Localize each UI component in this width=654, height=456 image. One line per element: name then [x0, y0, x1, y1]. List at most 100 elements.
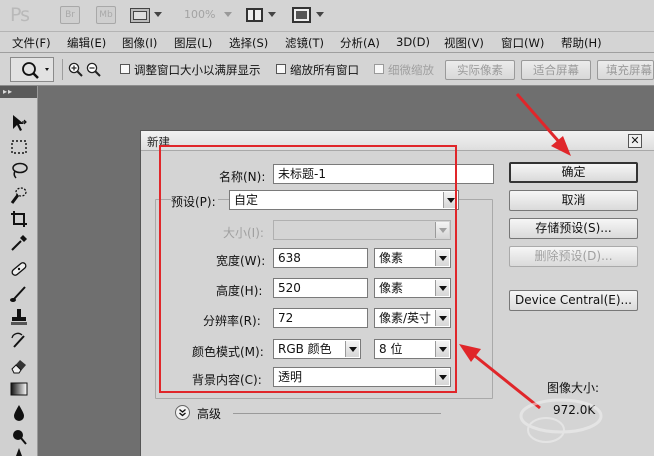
advanced-label: 高级	[197, 407, 222, 421]
fit-screen-button[interactable]: 适合屏幕	[521, 60, 591, 80]
quick-selection-tool-icon[interactable]	[8, 184, 30, 206]
name-label: 名称(N):	[219, 170, 266, 184]
lasso-tool-icon[interactable]	[8, 160, 30, 182]
chevron-down-icon[interactable]	[316, 12, 324, 17]
chevron-down-icon[interactable]	[268, 12, 276, 17]
chevron-down-icon[interactable]	[345, 341, 359, 357]
menu-select[interactable]: 选择(S)	[229, 35, 268, 51]
eraser-tool-icon[interactable]	[8, 354, 30, 376]
extras-icon[interactable]	[130, 8, 150, 23]
chevron-down-icon[interactable]	[435, 369, 449, 385]
tool-preset-picker[interactable]	[10, 57, 54, 82]
chevron-down-icon[interactable]	[435, 341, 449, 357]
chevron-down-icon[interactable]	[224, 12, 232, 17]
zoom-all-windows-label: 缩放所有窗口	[290, 63, 359, 77]
application-bar: Ps Br Mb 100%	[0, 0, 654, 32]
photoshop-logo: Ps	[10, 4, 30, 26]
dialog-title: 新建	[147, 135, 170, 149]
blur-tool-icon[interactable]	[8, 402, 30, 424]
menu-file[interactable]: 文件(F)	[12, 35, 51, 51]
menu-bar: 文件(F) 编辑(E) 图像(I) 图层(L) 选择(S) 滤镜(T) 分析(A…	[0, 32, 654, 53]
width-label: 宽度(W):	[216, 254, 266, 268]
background-contents-value: 透明	[278, 370, 303, 384]
healing-brush-tool-icon[interactable]	[8, 258, 30, 280]
screen-mode-icon[interactable]	[292, 7, 311, 23]
chevron-down-icon[interactable]	[435, 310, 449, 326]
scrubby-zoom-label: 细微缩放	[388, 63, 434, 77]
menu-image[interactable]: 图像(I)	[122, 35, 157, 51]
marquee-tool-icon[interactable]	[8, 136, 30, 158]
resolution-unit-value: 像素/英寸	[379, 311, 432, 325]
zoom-all-windows-checkbox[interactable]	[276, 64, 286, 74]
size-label: 大小(I):	[223, 226, 264, 240]
gradient-tool-icon[interactable]	[8, 378, 30, 400]
device-central-button[interactable]: Device Central(E)...	[509, 290, 638, 311]
background-contents-select[interactable]: 透明	[273, 367, 451, 387]
actual-pixels-button[interactable]: 实际像素	[445, 60, 515, 80]
tools-panel-header[interactable]: ▸▸	[0, 86, 37, 98]
menu-3d[interactable]: 3D(D)	[396, 35, 430, 49]
width-unit-select[interactable]: 像素	[374, 248, 451, 268]
height-input[interactable]: 520	[273, 278, 368, 298]
clone-stamp-tool-icon[interactable]	[8, 306, 30, 328]
chevron-double-down-icon	[179, 408, 186, 417]
collapse-icon[interactable]: ▸▸	[0, 86, 37, 98]
watermark-icon	[519, 398, 603, 443]
name-input[interactable]: 未标题-1	[273, 164, 494, 184]
resolution-input[interactable]: 72	[273, 308, 368, 328]
preset-select[interactable]: 自定	[229, 190, 459, 210]
menu-help[interactable]: 帮助(H)	[561, 35, 602, 51]
scrubby-zoom-checkbox[interactable]	[374, 64, 384, 74]
size-select[interactable]	[273, 220, 451, 240]
save-preset-button[interactable]: 存储预设(S)...	[509, 218, 638, 239]
dodge-tool-icon[interactable]	[8, 426, 30, 448]
delete-preset-button[interactable]: 删除预设(D)...	[509, 246, 638, 267]
chevron-down-icon[interactable]	[435, 250, 449, 266]
close-button[interactable]: ✕	[628, 134, 642, 148]
history-brush-tool-icon[interactable]	[8, 330, 30, 352]
preset-label: 预设(P):	[171, 193, 218, 210]
resolution-label: 分辨率(R):	[203, 314, 261, 328]
width-input[interactable]: 638	[273, 248, 368, 268]
dialog-title-bar[interactable]: 新建 ✕	[141, 131, 654, 151]
arrange-documents-icon[interactable]	[246, 8, 263, 22]
bridge-button[interactable]: Br	[60, 6, 80, 24]
chevron-down-icon[interactable]	[154, 12, 162, 17]
zoom-in-icon[interactable]	[68, 62, 83, 77]
color-mode-select[interactable]: RGB 颜色	[273, 339, 361, 359]
move-tool-icon[interactable]	[8, 112, 30, 134]
zoom-level[interactable]: 100%	[184, 8, 215, 21]
menu-layer[interactable]: 图层(L)	[174, 35, 212, 51]
ok-button[interactable]: 确定	[509, 162, 638, 183]
menu-edit[interactable]: 编辑(E)	[67, 35, 106, 51]
options-bar: 调整窗口大小以满屏显示 缩放所有窗口 细微缩放 实际像素 适合屏幕 填充屏幕	[0, 53, 654, 86]
brush-tool-icon[interactable]	[8, 282, 30, 304]
height-unit-select[interactable]: 像素	[374, 278, 451, 298]
mini-bridge-button[interactable]: Mb	[96, 6, 116, 24]
chevron-down-icon[interactable]	[435, 222, 449, 238]
width-unit-value: 像素	[379, 251, 404, 265]
close-icon: ✕	[630, 134, 640, 147]
cancel-button[interactable]: 取消	[509, 190, 638, 211]
pen-tool-icon[interactable]	[8, 448, 30, 456]
color-mode-label: 颜色模式(M):	[192, 345, 264, 359]
bit-depth-select[interactable]: 8 位	[374, 339, 451, 359]
eyedropper-tool-icon[interactable]	[8, 232, 30, 254]
tools-panel: ▸▸	[0, 86, 38, 456]
advanced-toggle[interactable]	[175, 405, 190, 420]
height-unit-value: 像素	[379, 281, 404, 295]
resolution-unit-select[interactable]: 像素/英寸	[374, 308, 451, 328]
chevron-down-icon[interactable]	[435, 280, 449, 296]
zoom-out-icon[interactable]	[86, 62, 101, 77]
advanced-divider	[233, 413, 441, 414]
menu-window[interactable]: 窗口(W)	[501, 35, 544, 51]
menu-view[interactable]: 视图(V)	[444, 35, 484, 51]
fill-screen-button[interactable]: 填充屏幕	[597, 60, 654, 80]
menu-analysis[interactable]: 分析(A)	[340, 35, 380, 51]
chevron-down-icon[interactable]	[443, 192, 457, 208]
resize-windows-checkbox[interactable]	[120, 64, 130, 74]
color-mode-value: RGB 颜色	[278, 342, 332, 356]
menu-filter[interactable]: 滤镜(T)	[285, 35, 324, 51]
height-label: 高度(H):	[216, 284, 263, 298]
crop-tool-icon[interactable]	[8, 208, 30, 230]
